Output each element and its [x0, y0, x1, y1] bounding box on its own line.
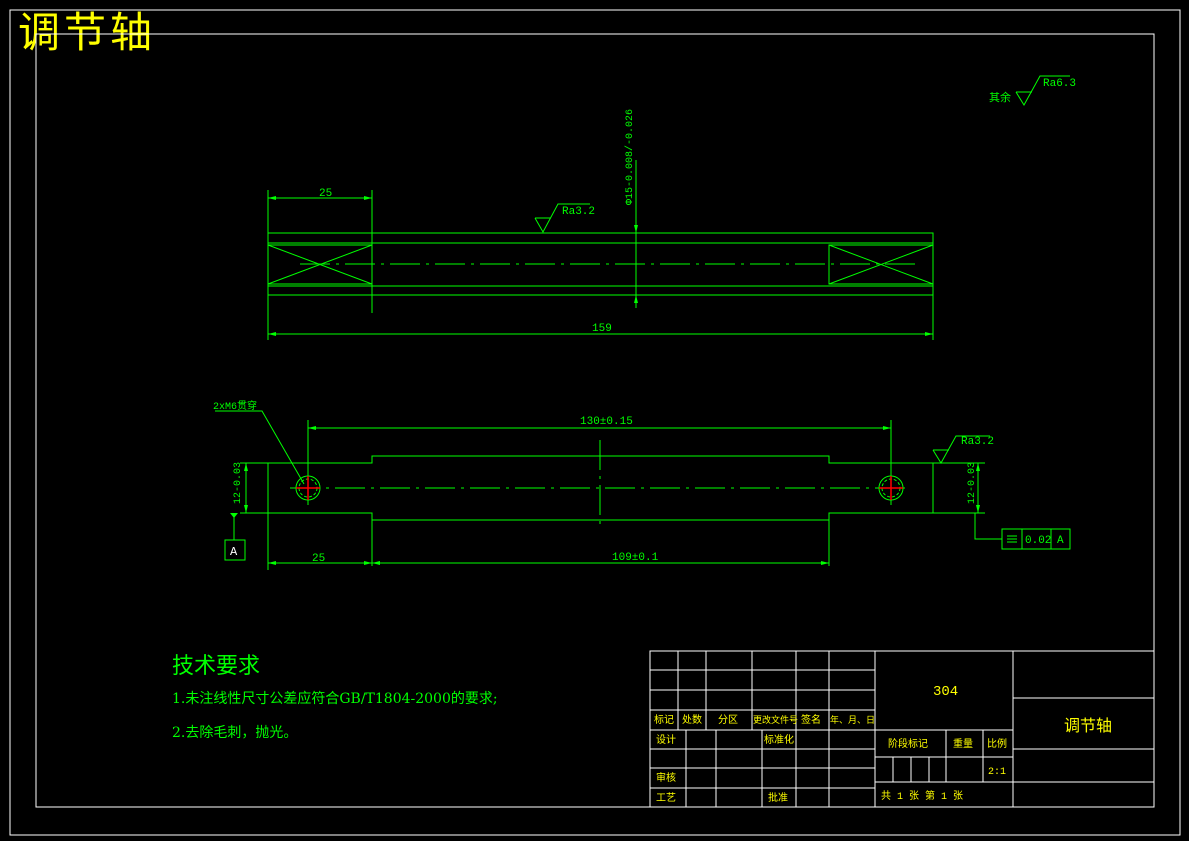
rev-header-1: 标记 — [654, 714, 674, 727]
top-dim-left: 25 — [319, 188, 332, 200]
top-roughness-value: Ra3.2 — [562, 206, 595, 218]
front-dim-hole-spacing: 130±0.15 — [580, 416, 633, 428]
tech-requirement-item: 2.去除毛刺，抛光。 — [172, 725, 298, 741]
tech-requirement-item: 1.未注线性尺寸公差应符合GB/T1804-2000的要求; — [172, 691, 498, 707]
weight-label: 重量 — [953, 737, 973, 751]
datum-label: A — [230, 545, 238, 559]
sheet-info: 共 1 张 第 1 张 — [881, 789, 963, 803]
front-dim-height-left: 12-0.03 — [233, 462, 244, 504]
default-roughness-value: Ra6.3 — [1043, 78, 1076, 90]
rev-header-6: 年、月、日 — [830, 714, 875, 726]
tech-requirements: 技术要求 1.未注线性尺寸公差应符合GB/T1804-2000的要求; 2.去除… — [172, 648, 498, 756]
default-roughness-label: 其余 — [989, 90, 1011, 105]
stage-label: 阶段标记 — [888, 737, 928, 751]
design-label: 设计 — [656, 733, 676, 747]
top-dim-diameter: Φ15-0.008/-0.026 — [624, 109, 636, 205]
front-dim-middle: 109±0.1 — [612, 552, 659, 564]
front-view-arrows — [230, 426, 980, 565]
front-dim-height-right: 12-0.03 — [967, 462, 978, 504]
front-view — [215, 410, 1071, 570]
rev-header-3: 分区 — [718, 714, 738, 727]
tech-requirements-title: 技术要求 — [172, 654, 261, 679]
tolerance-datum: A — [1057, 535, 1064, 547]
rev-header-2: 处数 — [682, 713, 702, 727]
scale-value: 2:1 — [988, 767, 1006, 778]
review-label: 审核 — [656, 771, 676, 785]
material-value: 304 — [933, 684, 958, 700]
process-label: 工艺 — [656, 792, 676, 805]
hole-note: 2xM6贯穿 — [213, 399, 257, 413]
scale-label: 比例 — [987, 737, 1007, 751]
front-roughness-value: Ra3.2 — [961, 436, 994, 448]
rev-header-4: 更改文件号 — [753, 714, 798, 726]
top-view-arrows — [268, 196, 933, 336]
top-dim-overall: 159 — [592, 323, 612, 335]
front-dim-left: 25 — [312, 553, 325, 565]
rev-header-5: 签名 — [801, 713, 821, 727]
approve-label: 批准 — [768, 791, 788, 805]
title-block-text: 标记 处数 分区 更改文件号 签名 年、月、日 设计 标准化 审核 工艺 批准 … — [654, 684, 1112, 805]
standardize-label: 标准化 — [764, 733, 794, 747]
top-view — [267, 160, 934, 340]
part-name: 调节轴 — [1064, 717, 1112, 736]
tolerance-value: 0.02 — [1025, 535, 1051, 547]
